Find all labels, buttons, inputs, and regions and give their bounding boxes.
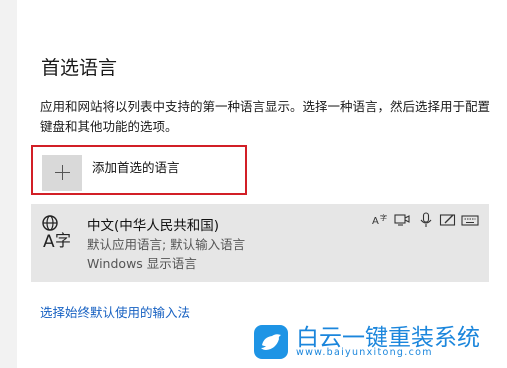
svg-text:字: 字 xyxy=(380,213,387,222)
default-input-method-link[interactable]: 选择始终默认使用的输入法 xyxy=(40,302,190,321)
add-language-highlight: 添加首选的语言 xyxy=(31,145,247,195)
text-to-speech-icon: A 字 xyxy=(372,213,387,227)
left-edge-strip xyxy=(0,0,17,368)
microphone-icon xyxy=(420,212,432,227)
section-heading: 首选语言 xyxy=(41,57,118,79)
watermark-url: www.baiyunxitong.com xyxy=(296,347,433,358)
language-icon: A 字 xyxy=(42,215,71,250)
display-language-icon xyxy=(394,214,410,226)
language-defaults: 默认应用语言; 默认输入语言 xyxy=(87,237,246,252)
language-name: 中文(中华人民共和国) xyxy=(87,218,220,234)
bird-logo-icon xyxy=(254,325,288,359)
language-item[interactable]: A 字 中文(中华人民共和国) 默认应用语言; 默认输入语言 Windows 显… xyxy=(31,204,489,282)
svg-text:A: A xyxy=(372,216,379,227)
plus-icon xyxy=(42,155,82,191)
handwriting-icon xyxy=(439,214,456,226)
keyboard-icon xyxy=(461,215,479,226)
svg-text:字: 字 xyxy=(55,231,71,250)
svg-text:A: A xyxy=(43,232,55,250)
add-language-label: 添加首选的语言 xyxy=(92,160,180,175)
language-display: Windows 显示语言 xyxy=(87,256,197,271)
section-description: 应用和网站将以列表中支持的第一种语言显示。选择一种语言，然后选择用于配置键盘和其… xyxy=(40,99,491,134)
